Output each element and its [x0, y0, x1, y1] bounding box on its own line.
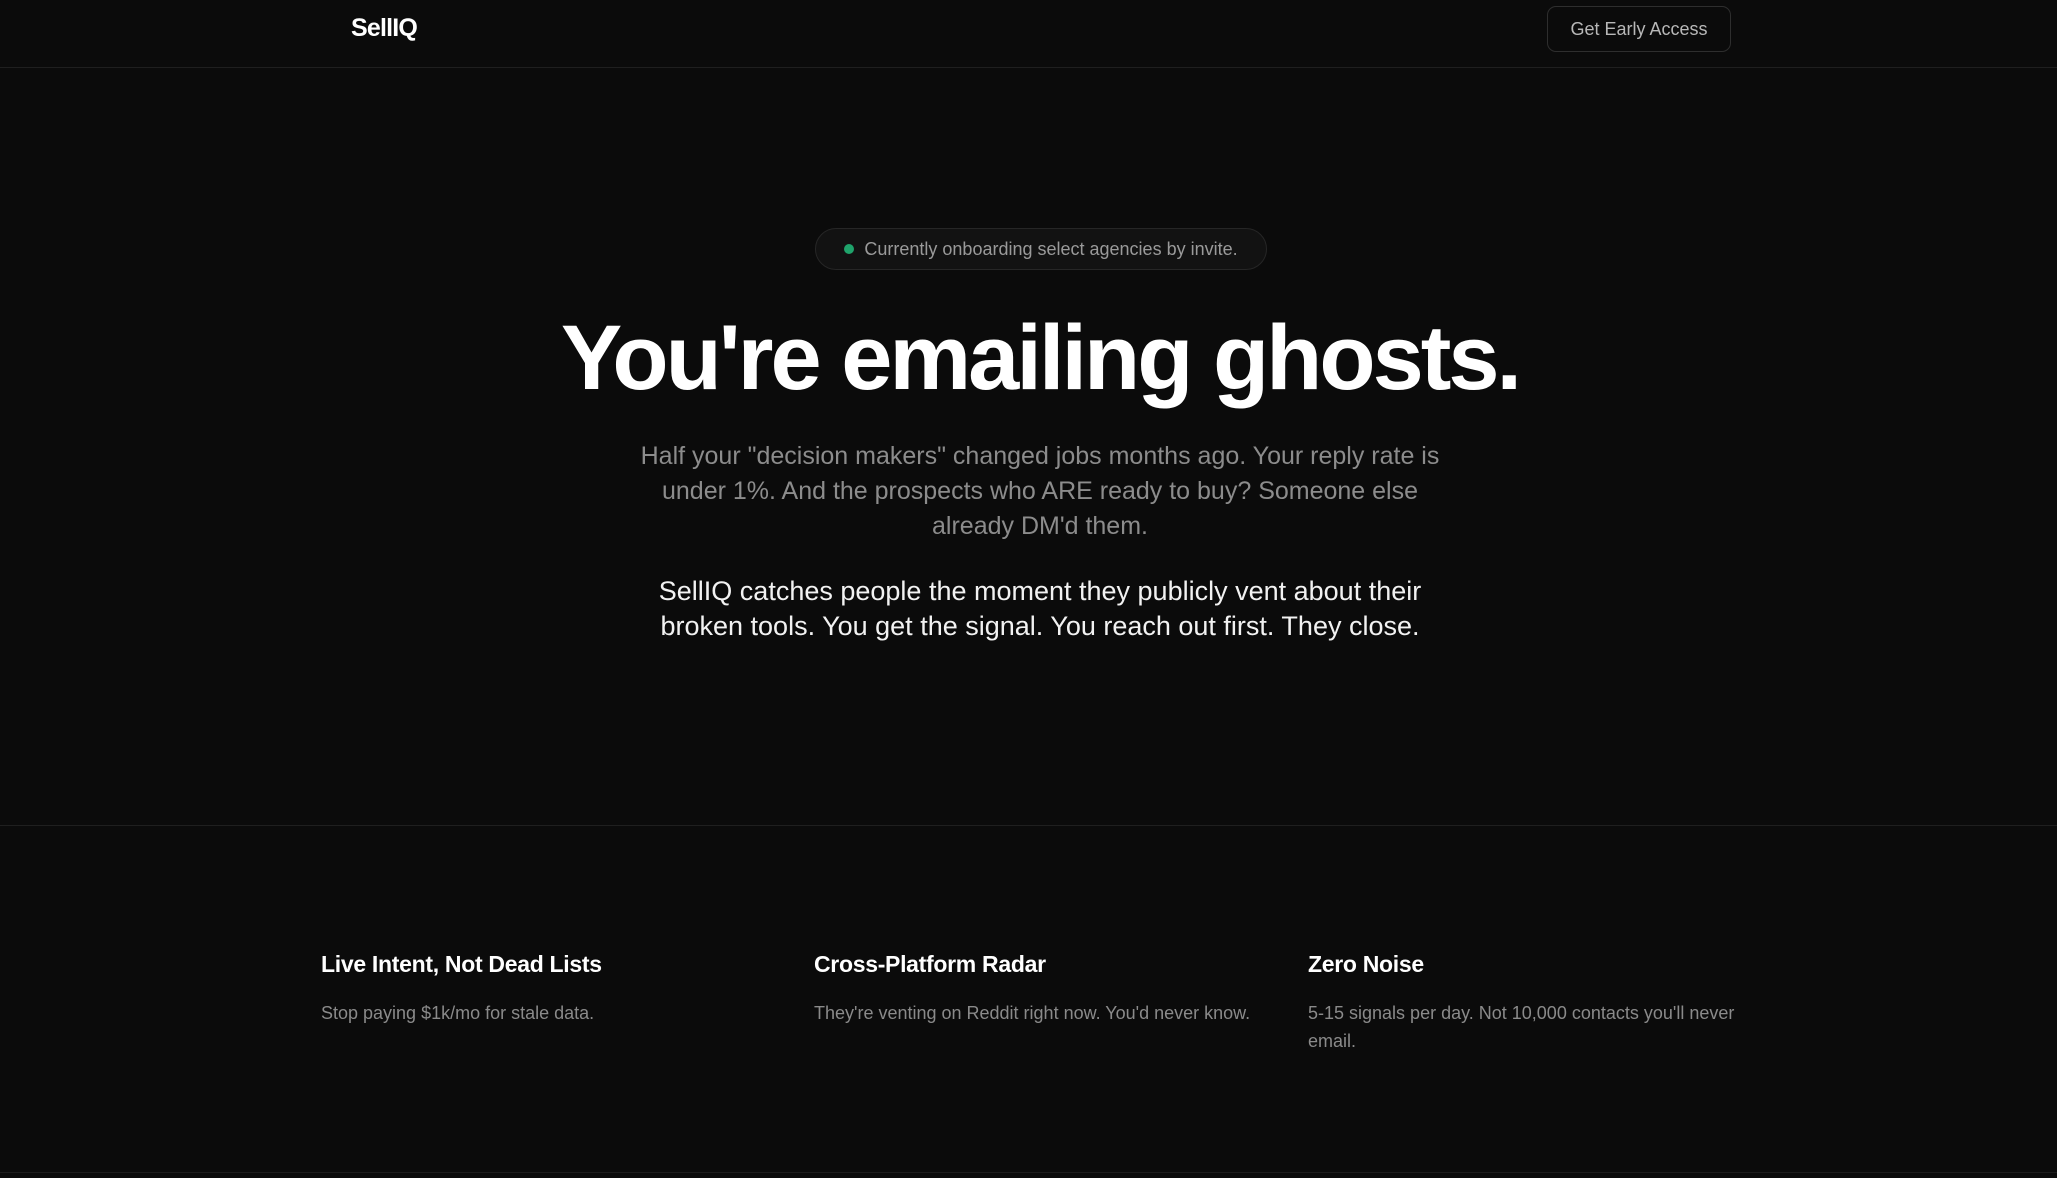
feature-description: 5-15 signals per day. Not 10,000 contact…	[1308, 1003, 1735, 1051]
top-navigation-bar: SellIQ Get Early Access	[0, 0, 2057, 68]
feature-live-intent: Live Intent, Not Dead Lists Stop paying …	[321, 947, 781, 1027]
feature-description: They're venting on Reddit right now. You…	[814, 1003, 1251, 1023]
feature-title: Live Intent, Not Dead Lists	[321, 951, 602, 977]
feature-cross-platform-radar: Cross-Platform Radar They're venting on …	[814, 947, 1274, 1027]
get-early-access-button[interactable]: Get Early Access	[1547, 6, 1731, 52]
section-divider	[0, 825, 2057, 826]
feature-zero-noise: Zero Noise 5-15 signals per day. Not 10,…	[1308, 947, 1768, 1055]
hero-pitch: SellIQ catches people the moment they pu…	[658, 576, 1422, 641]
hero-subtitle: Half your "decision makers" changed jobs…	[640, 442, 1440, 540]
invite-status-badge: Currently onboarding select agencies by …	[815, 228, 1267, 270]
invite-status-text: Currently onboarding select agencies by …	[864, 238, 1238, 259]
feature-title: Cross-Platform Radar	[814, 951, 1046, 977]
brand-logo[interactable]: SellIQ	[351, 14, 418, 43]
status-dot-icon	[844, 244, 855, 254]
hero-headline: You're emailing ghosts.	[560, 307, 1522, 409]
footer-divider	[0, 1172, 2057, 1173]
feature-title: Zero Noise	[1308, 951, 1424, 977]
landing-page: SellIQ Get Early Access Currently onboar…	[0, 0, 2057, 1178]
feature-description: Stop paying $1k/mo for stale data.	[321, 1003, 595, 1023]
